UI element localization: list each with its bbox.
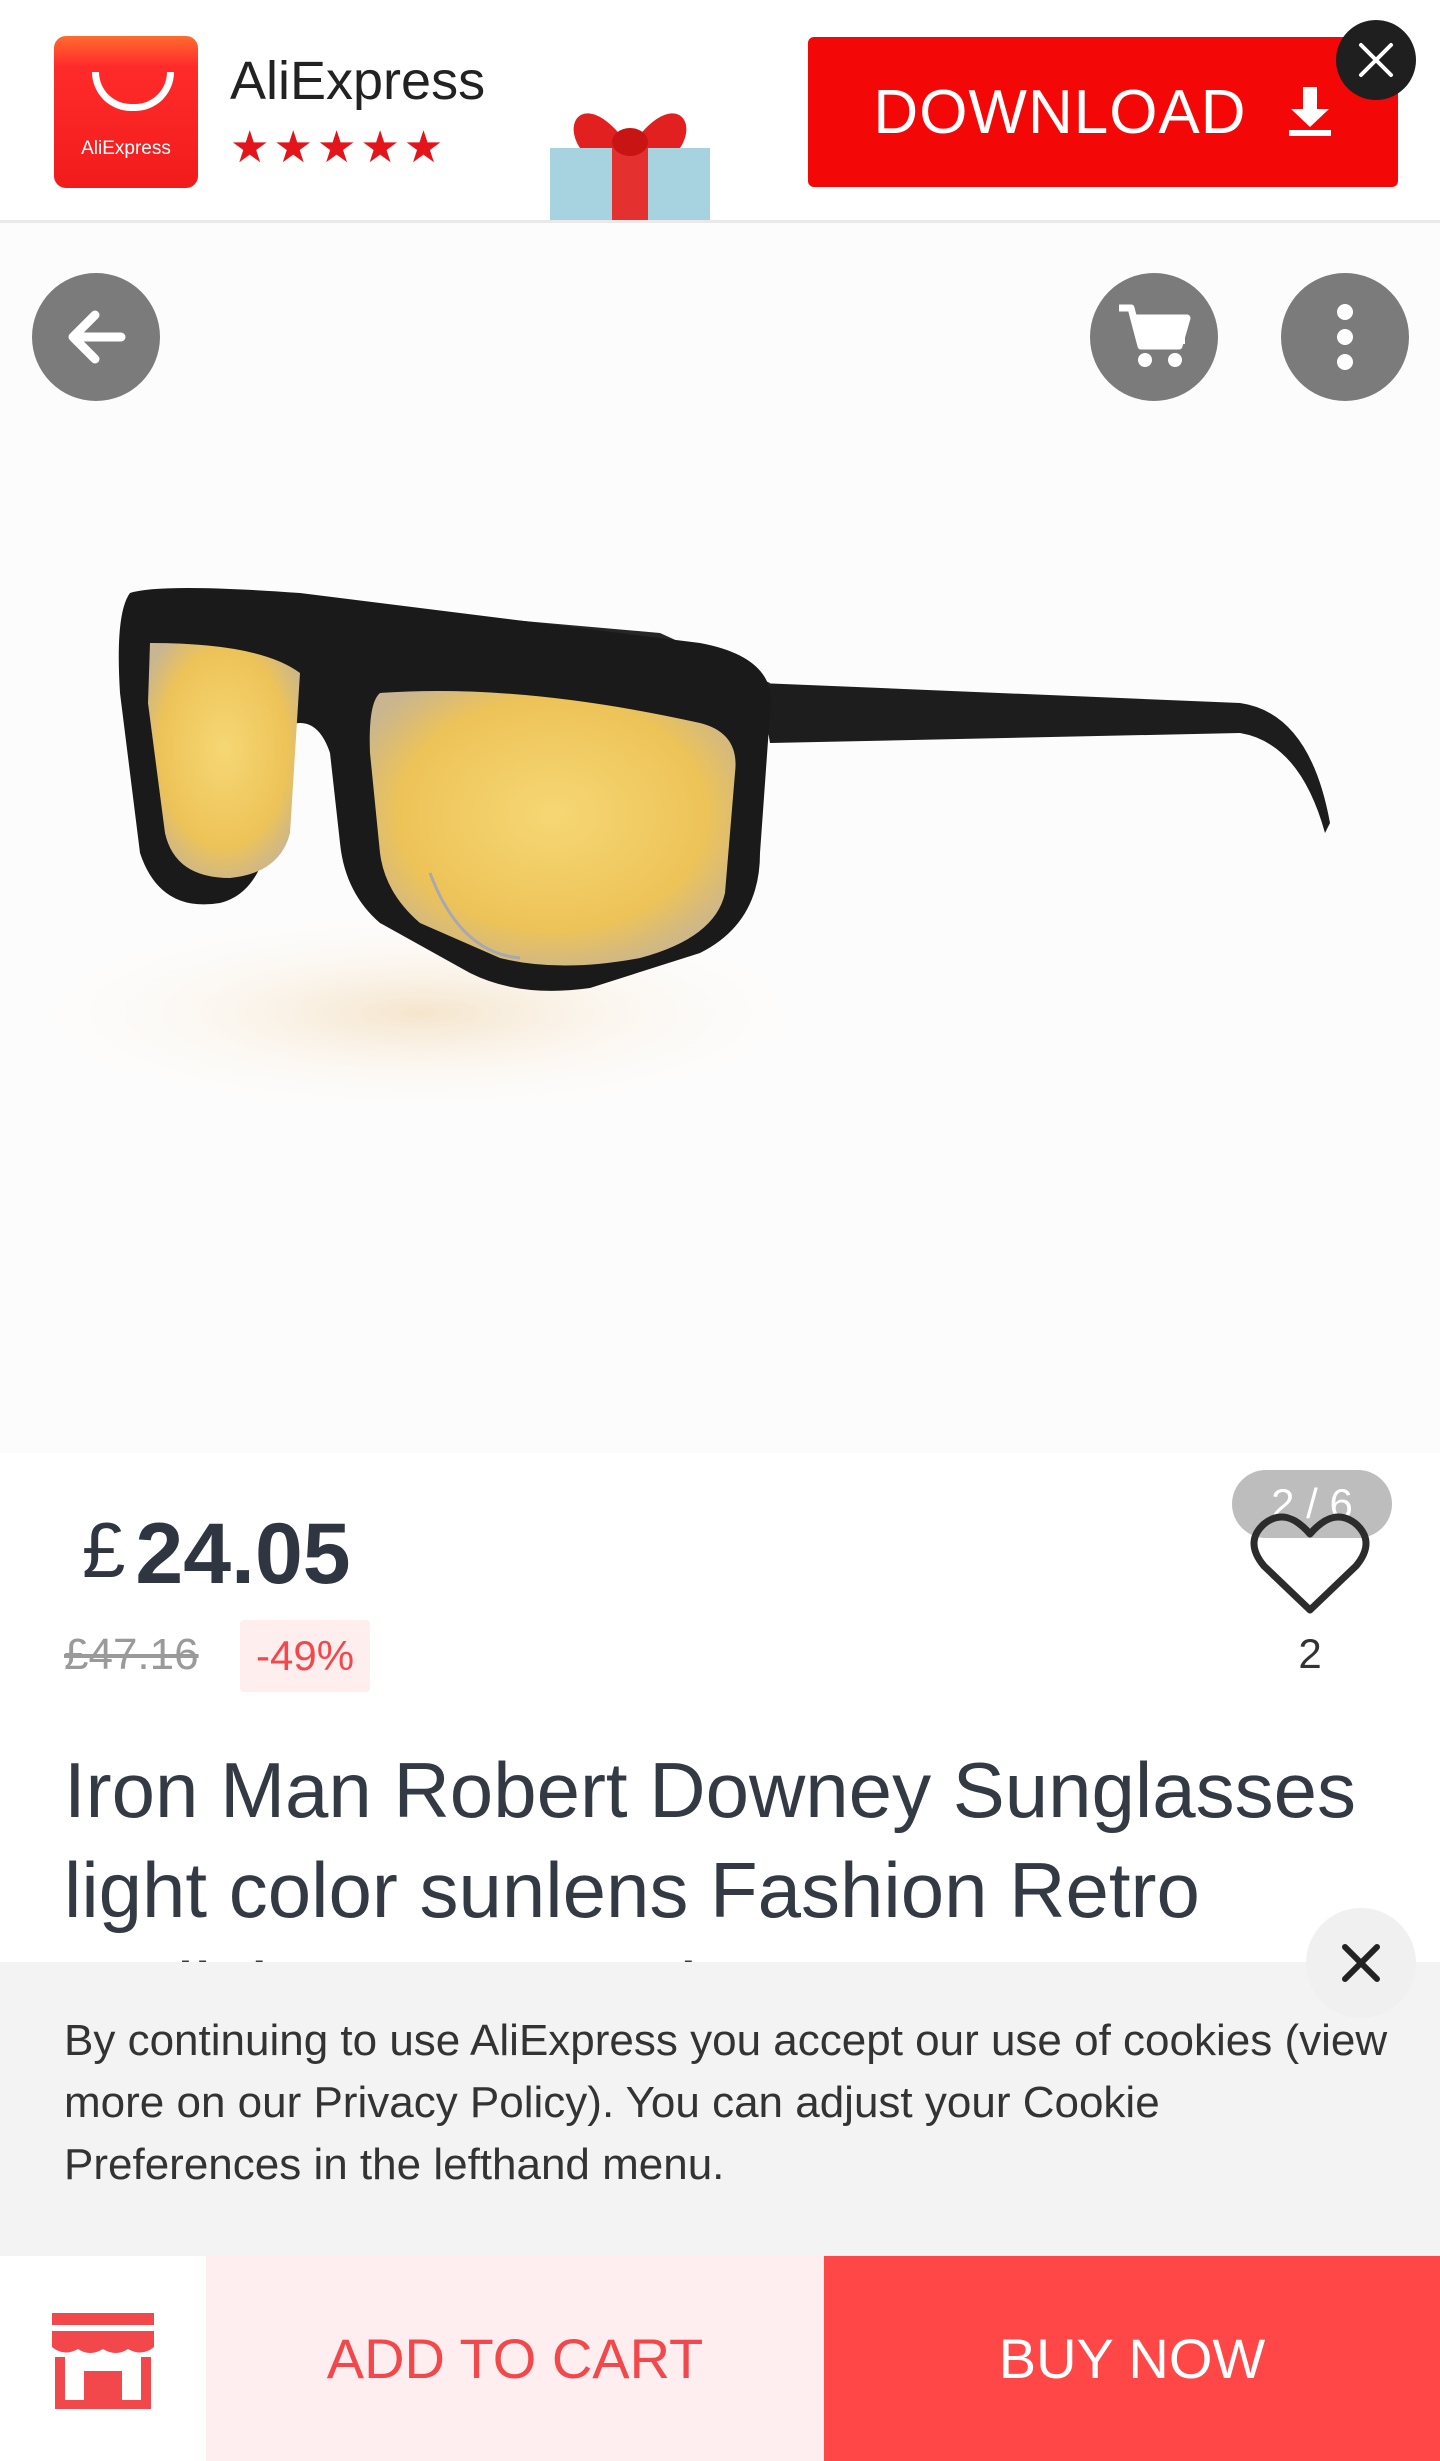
- store-icon: [52, 2312, 154, 2409]
- gift-icon: [550, 113, 710, 220]
- rating-stars: ★★★★★: [230, 123, 448, 172]
- currency-symbol: £: [82, 1506, 126, 1594]
- price-value: 24.05: [135, 1506, 351, 1602]
- cookie-close-button[interactable]: [1306, 1908, 1416, 2018]
- cart-icon: [1119, 304, 1191, 367]
- back-button[interactable]: [32, 273, 160, 401]
- cookie-text: By continuing to use AliExpress you acce…: [64, 2016, 1388, 2189]
- add-to-cart-button[interactable]: ADD TO CART: [206, 2256, 824, 2461]
- app-name: AliExpress: [230, 51, 486, 111]
- original-price: £47.16: [64, 1630, 199, 1679]
- close-icon: [1359, 43, 1393, 77]
- aliexpress-logo[interactable]: AliExpress: [54, 36, 198, 188]
- more-options-button[interactable]: [1281, 273, 1409, 401]
- store-button[interactable]: [0, 2256, 206, 2461]
- product-gallery[interactable]: 2 / 6: [0, 223, 1440, 1538]
- bottom-action-bar: ADD TO CART BUY NOW: [0, 2256, 1440, 2461]
- more-vertical-icon: [1337, 304, 1353, 370]
- shopping-bag-icon: [92, 72, 174, 111]
- app-banner: AliExpress AliExpress ★★★★★ DOWNLOAD: [0, 0, 1440, 223]
- cart-button[interactable]: [1090, 273, 1218, 401]
- discount-badge: -49%: [240, 1620, 371, 1692]
- banner-close-button[interactable]: [1336, 20, 1416, 100]
- buy-now-button[interactable]: BUY NOW: [824, 2256, 1440, 2461]
- product-title: Iron Man Robert Downey Sunglasses light …: [64, 1746, 1356, 1970]
- download-button[interactable]: DOWNLOAD: [808, 37, 1398, 187]
- cookie-notice: By continuing to use AliExpress you acce…: [0, 1962, 1440, 2256]
- heart-icon[interactable]: [1250, 1510, 1370, 1620]
- logo-text: AliExpress: [81, 138, 171, 159]
- current-price: £24.05: [82, 1505, 351, 1604]
- product-image-sunglasses: [0, 588, 1330, 1123]
- close-icon: [1342, 1944, 1380, 1982]
- back-arrow-icon: [68, 310, 126, 364]
- download-label: DOWNLOAD: [873, 77, 1247, 147]
- wishlist-count: 2: [1298, 1630, 1322, 1677]
- download-arrow-icon: [1288, 87, 1331, 136]
